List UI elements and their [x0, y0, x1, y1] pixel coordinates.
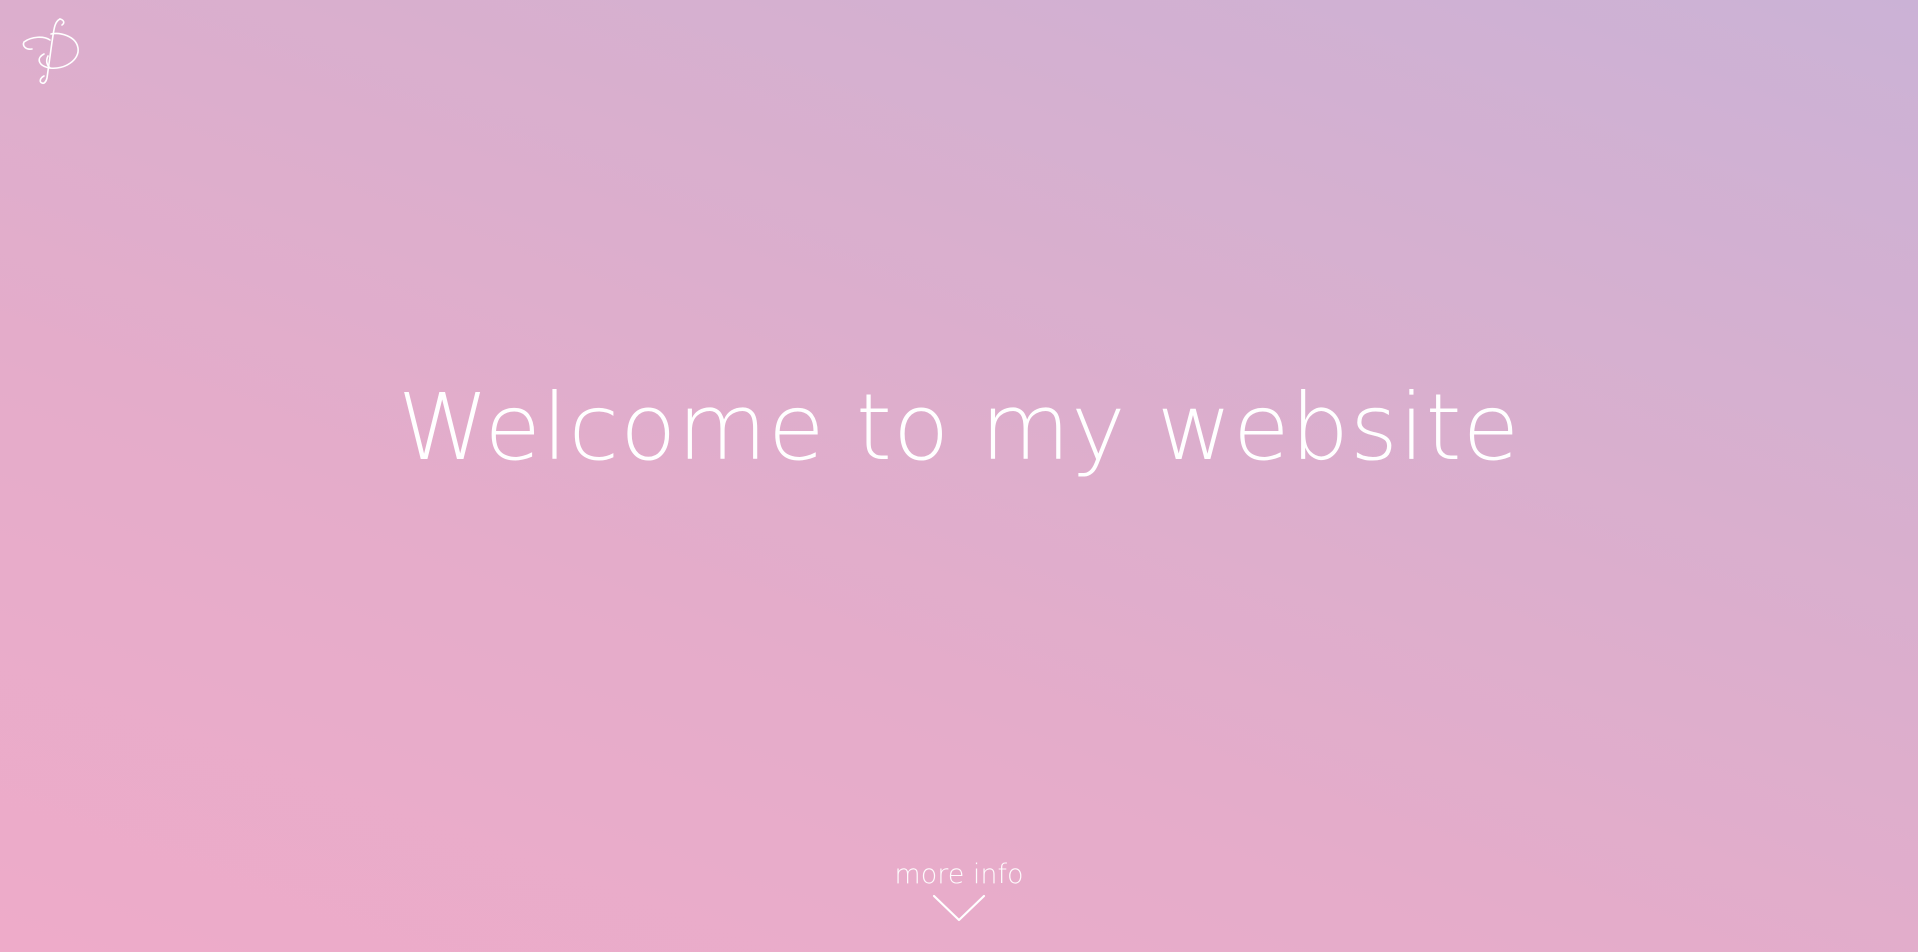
chevron-down-icon [932, 894, 986, 922]
more-info-button[interactable]: more info [879, 858, 1039, 924]
fp-monogram-icon [22, 18, 79, 85]
more-info-label: more info [894, 859, 1024, 890]
site-logo[interactable] [20, 16, 82, 86]
hero-title: Welcome to my website [397, 374, 1521, 481]
